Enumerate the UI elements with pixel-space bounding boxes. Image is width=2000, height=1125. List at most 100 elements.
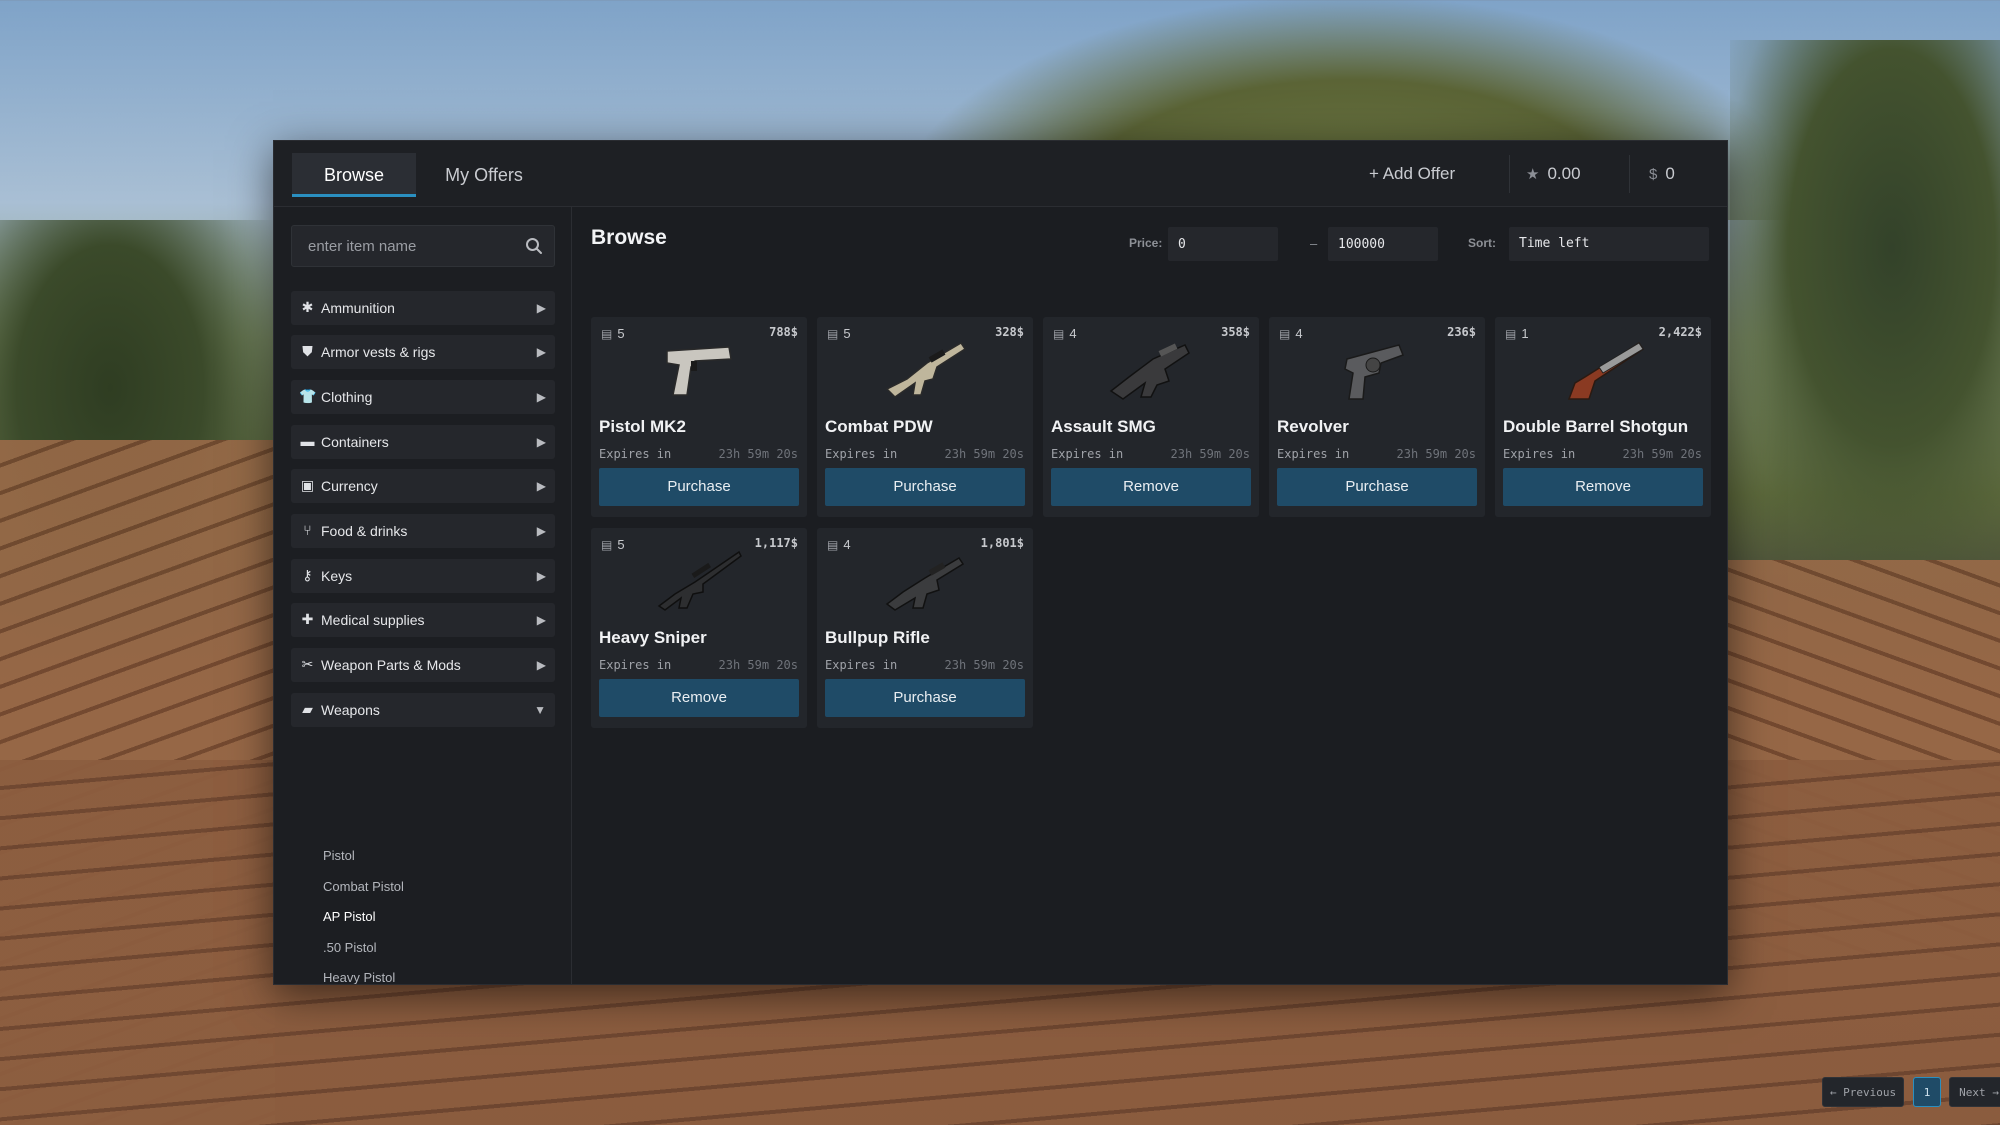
- rating-display: ★ 0.00: [1526, 161, 1581, 187]
- search-icon[interactable]: [524, 236, 544, 256]
- tab-browse[interactable]: Browse: [292, 153, 416, 197]
- money-value: 0: [1665, 164, 1675, 183]
- subcategory-item[interactable]: Heavy Pistol: [291, 963, 555, 984]
- sniper-image: [651, 544, 747, 620]
- category-item[interactable]: 👕 Clothing ▶: [291, 380, 555, 414]
- category-label: Containers: [321, 434, 389, 450]
- expires-label: Expires in: [825, 447, 898, 461]
- purchase-button[interactable]: Purchase: [599, 468, 799, 506]
- tab-my-offers[interactable]: My Offers: [434, 153, 534, 197]
- offer-card: ▤ 4 236$ Revolver Expires in 23h 59m 20s Purch…: [1269, 317, 1485, 517]
- sort-select[interactable]: Time left: [1509, 227, 1709, 261]
- offer-card: ▤ 5 328$ Combat PDW Expires in 23h 59m 20s Pur…: [817, 317, 1033, 517]
- quantity-value: 5: [617, 537, 625, 552]
- remove-button[interactable]: Remove: [1051, 468, 1251, 506]
- item-name: Heavy Sniper: [599, 628, 707, 647]
- expires-label: Expires in: [1277, 447, 1350, 461]
- previous-page-button[interactable]: ← Previous: [1822, 1077, 1904, 1107]
- quantity: ▤ 4: [827, 537, 851, 552]
- item-price: 236$: [1447, 325, 1476, 339]
- key-icon: ⚷: [302, 567, 313, 583]
- price-label: Price:: [1129, 236, 1163, 250]
- top-bar: Browse My Offers + Add Offer ★ 0.00 $0: [274, 141, 1727, 207]
- purchase-button[interactable]: Purchase: [825, 679, 1025, 717]
- expires-value: 23h 59m 20s: [1622, 447, 1702, 461]
- subcategory-item[interactable]: AP Pistol: [291, 902, 555, 932]
- expires-label: Expires in: [825, 658, 898, 672]
- category-item[interactable]: ⑂ Food & drinks ▶: [291, 514, 555, 548]
- item-price: 788$: [769, 325, 798, 339]
- category-item[interactable]: ▰ Weapons ▼: [291, 693, 555, 727]
- item-price: 2,422$: [1658, 325, 1702, 339]
- subcategory-item[interactable]: Combat Pistol: [291, 872, 555, 902]
- quantity: ▤ 4: [1279, 326, 1303, 341]
- chevron-right-icon: ▶: [536, 658, 546, 672]
- category-label: Food & drinks: [321, 523, 408, 539]
- expires-value: 23h 59m 20s: [944, 447, 1024, 461]
- dollar-icon: $: [1649, 166, 1658, 183]
- box-icon: ▤: [827, 327, 839, 341]
- divider: [1509, 155, 1510, 193]
- price-min-input[interactable]: [1168, 227, 1278, 261]
- money-display: $0: [1649, 161, 1675, 187]
- quantity-value: 5: [617, 326, 625, 341]
- chevron-right-icon: ▶: [536, 569, 546, 583]
- item-price: 328$: [995, 325, 1024, 339]
- item-price: 358$: [1221, 325, 1250, 339]
- expires-value: 23h 59m 20s: [944, 658, 1024, 672]
- next-page-button[interactable]: Next →: [1949, 1077, 2000, 1107]
- purchase-button[interactable]: Purchase: [1277, 468, 1477, 506]
- add-offer-button[interactable]: + Add Offer: [1369, 161, 1455, 187]
- rifle-image: [877, 544, 973, 620]
- price-range-dash: –: [1310, 236, 1318, 251]
- money-bill-icon: ▣: [300, 477, 315, 493]
- star-icon: ★: [1526, 166, 1540, 183]
- category-label: Currency: [321, 478, 378, 494]
- item-name: Pistol MK2: [599, 417, 686, 436]
- sort-label: Sort:: [1468, 236, 1496, 250]
- price-max-input[interactable]: [1328, 227, 1438, 261]
- chevron-right-icon: ▶: [536, 613, 546, 627]
- category-item[interactable]: ⛊ Armor vests & rigs ▶: [291, 335, 555, 369]
- background-deck-left: [0, 440, 275, 1125]
- category-item[interactable]: ✱ Ammunition ▶: [291, 291, 555, 325]
- shotgun-image: [1555, 333, 1651, 409]
- box-icon: ▤: [827, 538, 839, 552]
- expires-value: 23h 59m 20s: [1170, 447, 1250, 461]
- category-label: Ammunition: [321, 300, 395, 316]
- background-trees-left: [0, 220, 275, 640]
- category-label: Armor vests & rigs: [321, 344, 436, 360]
- chevron-down-icon: ▼: [534, 703, 546, 717]
- category-item[interactable]: ⚷ Keys ▶: [291, 559, 555, 593]
- category-item[interactable]: ▣ Currency ▶: [291, 469, 555, 503]
- quantity-value: 1: [1521, 326, 1529, 341]
- quantity: ▤ 1: [1505, 326, 1529, 341]
- expires-label: Expires in: [1503, 447, 1576, 461]
- subcategory-item[interactable]: .50 Pistol: [291, 933, 555, 963]
- purchase-button[interactable]: Purchase: [825, 468, 1025, 506]
- box-icon: ▤: [601, 327, 613, 341]
- weapon-subcategory-list: Pistol Combat Pistol AP Pistol .50 Pistol He…: [291, 841, 555, 984]
- divider: [1629, 155, 1630, 193]
- box-icon: ▤: [601, 538, 613, 552]
- remove-button[interactable]: Remove: [1503, 468, 1703, 506]
- expires-value: 23h 59m 20s: [1396, 447, 1476, 461]
- category-item[interactable]: ✂ Weapon Parts & Mods ▶: [291, 648, 555, 682]
- pistol-image: [651, 333, 747, 409]
- quantity: ▤ 5: [601, 326, 625, 341]
- category-label: Weapon Parts & Mods: [321, 657, 461, 673]
- expires-label: Expires in: [599, 447, 672, 461]
- category-item[interactable]: ✚ Medical supplies ▶: [291, 603, 555, 637]
- remove-button[interactable]: Remove: [599, 679, 799, 717]
- subcategory-item[interactable]: Pistol: [291, 841, 555, 871]
- search-box: [291, 225, 555, 267]
- market-window: Browse My Offers + Add Offer ★ 0.00 $0 ✱ A…: [273, 140, 2000, 1107]
- background-deck-right: [1725, 560, 2000, 960]
- quantity: ▤ 5: [601, 537, 625, 552]
- utensils-icon: ⑂: [303, 522, 312, 538]
- category-item[interactable]: ▬ Containers ▶: [291, 425, 555, 459]
- quantity-value: 5: [843, 326, 851, 341]
- tools-icon: ✂: [301, 656, 314, 672]
- page-number-button[interactable]: 1: [1913, 1077, 1941, 1107]
- search-input[interactable]: [292, 226, 512, 266]
